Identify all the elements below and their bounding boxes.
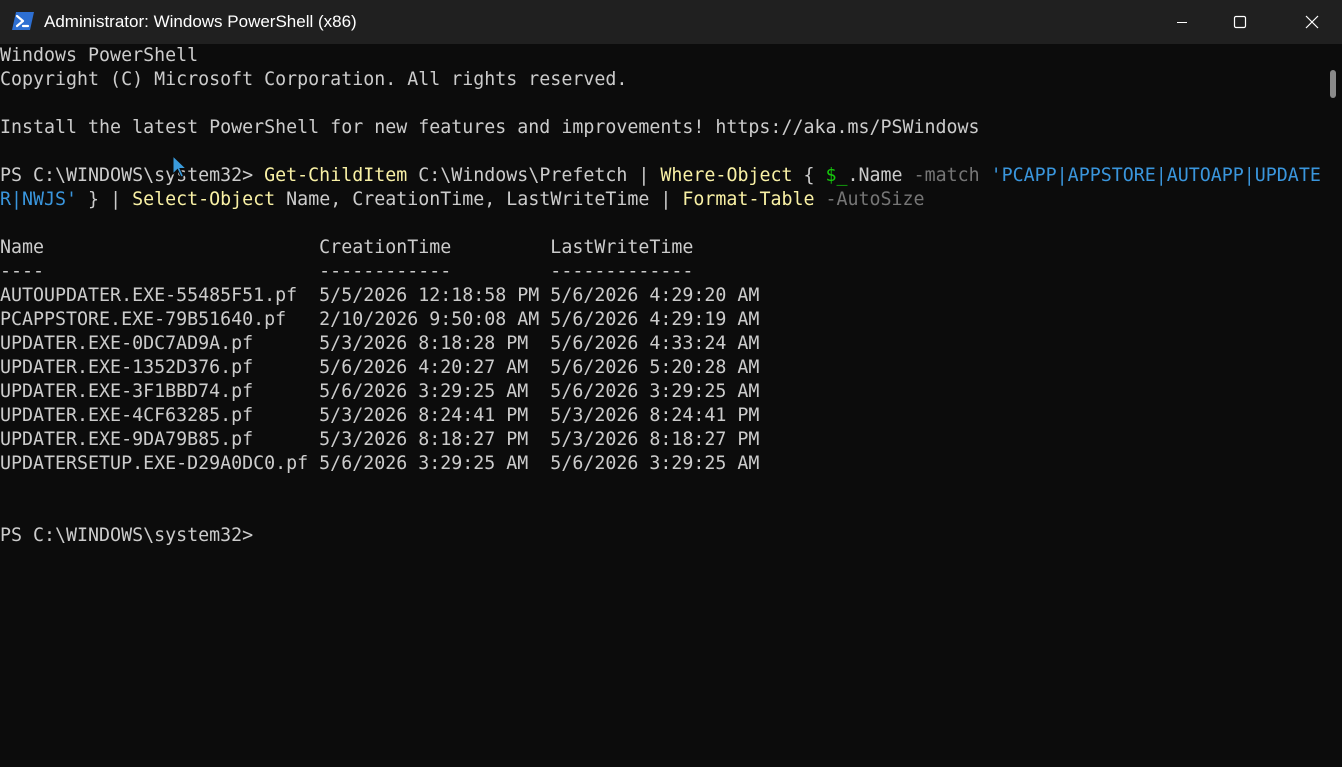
table-row: UPDATER.EXE-4CF63285.pf 5/3/2026 8:24:41… bbox=[0, 405, 760, 426]
table-separator: ---- ------------ ------------- bbox=[0, 261, 694, 282]
table-row: AUTOUPDATER.EXE-55485F51.pf 5/5/2026 12:… bbox=[0, 285, 760, 306]
banner-line: Windows PowerShell bbox=[0, 45, 199, 66]
autosize-parameter: -AutoSize bbox=[825, 189, 925, 210]
powershell-window: Administrator: Windows PowerShell (x86) … bbox=[0, 0, 1342, 767]
close-icon bbox=[1305, 15, 1319, 29]
command-text: } | bbox=[77, 189, 133, 210]
table-row: UPDATER.EXE-1352D376.pf 5/6/2026 4:20:27… bbox=[0, 357, 760, 378]
table-row: UPDATER.EXE-3F1BBD74.pf 5/6/2026 3:29:25… bbox=[0, 381, 760, 402]
match-pattern-string: 'PCAPP|APPSTORE|AUTOAPP|UPDATE bbox=[990, 165, 1321, 186]
maximize-icon bbox=[1233, 15, 1247, 29]
table-row: PCAPPSTORE.EXE-79B51640.pf 2/10/2026 9:5… bbox=[0, 309, 760, 330]
close-button[interactable] bbox=[1282, 0, 1342, 44]
command-text: { bbox=[792, 165, 826, 186]
table-header: Name CreationTime LastWriteTime bbox=[0, 237, 694, 258]
command-text bbox=[814, 189, 825, 210]
command-text: .Name bbox=[847, 165, 914, 186]
minimize-icon bbox=[1177, 22, 1187, 23]
maximize-button[interactable] bbox=[1210, 0, 1270, 44]
command-text: C:\Windows\Prefetch | bbox=[407, 165, 661, 186]
table-row: UPDATER.EXE-0DC7AD9A.pf 5/3/2026 8:18:28… bbox=[0, 333, 760, 354]
cmdlet-get-childitem: Get-ChildItem bbox=[264, 165, 408, 186]
vertical-scrollbar[interactable] bbox=[1326, 44, 1342, 767]
cmdlet-format-table: Format-Table bbox=[682, 189, 815, 210]
match-pattern-string-cont: R|NWJS' bbox=[0, 189, 78, 210]
minimize-button[interactable] bbox=[1152, 0, 1212, 44]
command-text: Name, CreationTime, LastWriteTime | bbox=[275, 189, 683, 210]
cmdlet-select-object: Select-Object bbox=[132, 189, 276, 210]
command-line-2: R|NWJS' } | Select-Object Name, Creation… bbox=[0, 188, 925, 212]
title-bar[interactable]: Administrator: Windows PowerShell (x86) bbox=[0, 0, 1342, 44]
terminal-output[interactable]: Windows PowerShell Copyright (C) Microso… bbox=[0, 44, 1326, 767]
copyright-line: Copyright (C) Microsoft Corporation. All… bbox=[0, 69, 628, 90]
install-notice-line: Install the latest PowerShell for new fe… bbox=[0, 117, 980, 138]
prompt: PS C:\WINDOWS\system32> bbox=[0, 165, 265, 186]
table-row: UPDATER.EXE-9DA79B85.pf 5/3/2026 8:18:27… bbox=[0, 429, 760, 450]
window-title: Administrator: Windows PowerShell (x86) bbox=[44, 12, 357, 31]
table-row: UPDATERSETUP.EXE-D29A0DC0.pf 5/6/2026 3:… bbox=[0, 453, 760, 474]
cmdlet-where-object: Where-Object bbox=[660, 165, 793, 186]
final-prompt[interactable]: PS C:\WINDOWS\system32> bbox=[0, 524, 253, 548]
powershell-icon bbox=[12, 12, 34, 30]
command-line-1: PS C:\WINDOWS\system32> Get-ChildItem C:… bbox=[0, 164, 1321, 188]
command-text bbox=[980, 165, 991, 186]
pipeline-variable: $_ bbox=[825, 165, 848, 186]
mouse-pointer-icon bbox=[172, 155, 188, 178]
scrollbar-thumb[interactable] bbox=[1330, 70, 1336, 98]
match-operator: -match bbox=[913, 165, 980, 186]
